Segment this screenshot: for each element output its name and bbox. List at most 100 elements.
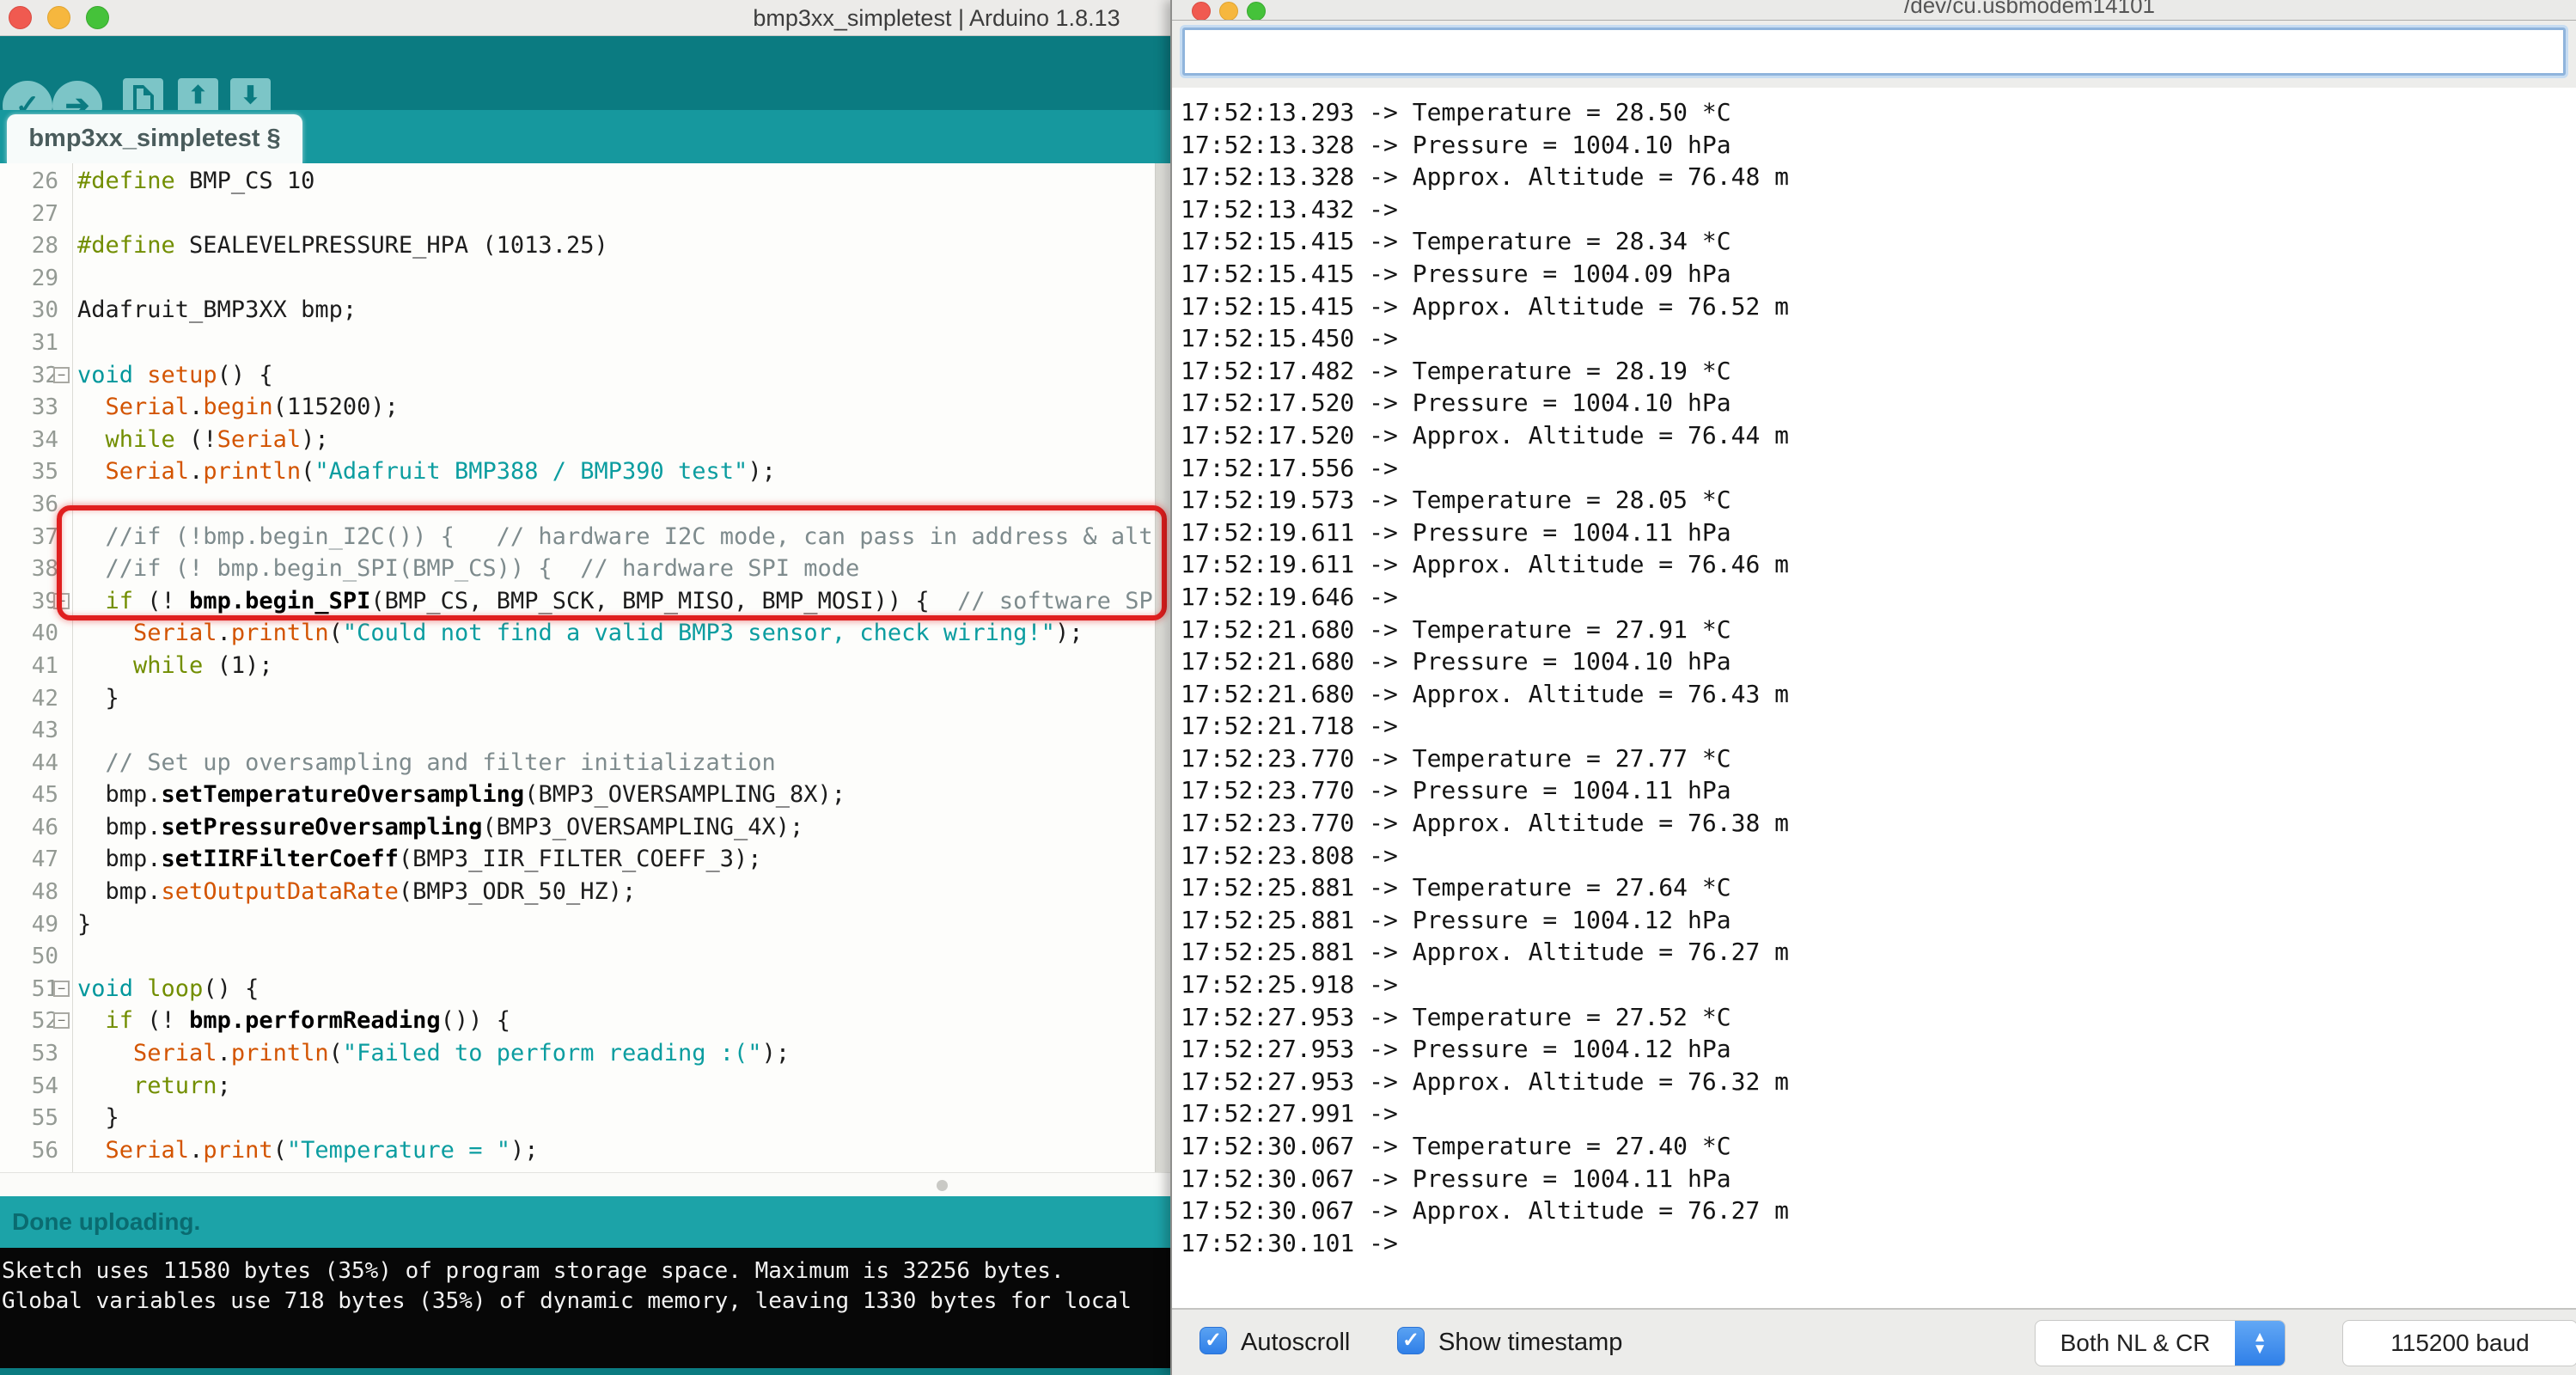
minimize-button[interactable] <box>1219 2 1238 20</box>
serial-line: 17:52:27.991 -> <box>1181 1099 1413 1128</box>
code-line: 55 } <box>0 1102 1172 1134</box>
baud-rate-select[interactable]: 115200 baud <box>2342 1320 2576 1366</box>
scrollbar-handle[interactable] <box>937 1180 948 1191</box>
tab-bmp3xx-simpletest[interactable]: bmp3xx_simpletest § <box>7 114 302 163</box>
serial-line: 17:52:25.918 -> <box>1181 970 1413 999</box>
serial-titlebar[interactable]: /dev/cu.usbmodem14101 <box>1172 0 2576 21</box>
code-text: bmp.setIIRFilterCoeff(BMP3_IIR_FILTER_CO… <box>77 846 762 873</box>
serial-monitor-window: /dev/cu.usbmodem14101 17:52:13.293 -> Te… <box>1170 0 2576 1375</box>
editor-vertical-scrollbar[interactable] <box>1155 163 1170 1172</box>
line-number: 28 <box>31 233 58 260</box>
line-number: 40 <box>31 620 58 647</box>
code-text: bmp.setOutputDataRate(BMP3_ODR_50_HZ); <box>77 878 637 906</box>
screen: bmp3xx_simpletest | Arduino 1.8.13 ✓ ➔ ⬆… <box>0 0 2576 1375</box>
serial-window-title: /dev/cu.usbmodem14101 <box>1904 0 2155 18</box>
line-number: 26 <box>31 168 58 194</box>
code-line: 34 while (!Serial); <box>0 424 1172 456</box>
code-text: // Set up oversampling and filter initia… <box>77 749 776 776</box>
code-text: bmp.setPressureOversampling(BMP3_OVERSAM… <box>77 813 804 840</box>
serial-line: 17:52:19.573 -> Temperature = 28.05 *C <box>1181 486 1731 515</box>
code-line: 42 } <box>0 682 1172 715</box>
code-line: 49} <box>0 908 1172 941</box>
code-text: bmp.setTemperatureOversampling(BMP3_OVER… <box>77 781 846 809</box>
serial-line: 17:52:21.680 -> Approx. Altitude = 76.43… <box>1181 679 1790 708</box>
serial-line: 17:52:25.881 -> Approx. Altitude = 76.27… <box>1181 938 1790 967</box>
fold-marker-icon[interactable]: − <box>53 366 70 383</box>
up-arrow-icon: ⬆ <box>188 83 208 113</box>
minimize-button[interactable] <box>47 6 70 29</box>
serial-line: 17:52:13.432 -> <box>1181 194 1413 223</box>
code-text: #define BMP_CS 10 <box>77 168 315 194</box>
code-text: Serial.begin(115200); <box>105 394 399 421</box>
code-text: return; <box>133 1072 231 1099</box>
code-text: if (! bmp.performReading()) { <box>105 1007 510 1035</box>
code-line: 50 <box>0 940 1172 973</box>
line-number: 50 <box>31 944 58 970</box>
line-number: 46 <box>31 814 58 840</box>
code-line: 26 #define BMP_CS 10 <box>0 165 1172 198</box>
serial-line: 17:52:23.770 -> Temperature = 27.77 *C <box>1181 743 1731 773</box>
line-number: 47 <box>31 846 58 873</box>
serial-line: 17:52:23.770 -> Approx. Altitude = 76.38… <box>1181 809 1790 838</box>
code-line: −52 if (! bmp.performReading()) { <box>0 1005 1172 1037</box>
code-line: 54 return; <box>0 1070 1172 1103</box>
line-ending-select[interactable]: Both NL & CR ▲ ▼ <box>2035 1320 2286 1366</box>
serial-line: 17:52:30.067 -> Approx. Altitude = 76.27… <box>1181 1196 1790 1225</box>
code-line: 53 Serial.println("Failed to perform rea… <box>0 1037 1172 1070</box>
serial-line: 17:52:15.415 -> Temperature = 28.34 *C <box>1181 227 1731 256</box>
close-button[interactable] <box>9 6 32 29</box>
code-lines: 26 #define BMP_CS 10 27 28 #define SEALEVELP… <box>0 165 1172 1166</box>
line-number: 49 <box>31 911 58 938</box>
line-number: 44 <box>31 749 58 776</box>
code-line: 29 <box>0 262 1172 295</box>
serial-line: 17:52:17.520 -> Approx. Altitude = 76.44… <box>1181 420 1790 449</box>
ide-tabbar: bmp3xx_simpletest § <box>0 110 1172 163</box>
serial-output[interactable]: 17:52:13.293 -> Temperature = 28.50 *C 17… <box>1172 88 2576 1308</box>
code-editor[interactable]: 26 #define BMP_CS 10 27 28 #define SEALEVELP… <box>0 163 1172 1172</box>
autoscroll-checkbox[interactable]: ✓ <box>1199 1327 1227 1354</box>
show-timestamp-checkbox[interactable]: ✓ <box>1397 1327 1425 1354</box>
console-line: Global variables use 718 bytes (35%) of … <box>2 1288 1132 1314</box>
line-number: 41 <box>31 652 58 679</box>
serial-line: 17:52:17.556 -> <box>1181 453 1413 482</box>
line-number: 53 <box>31 1041 58 1067</box>
line-number: 43 <box>31 718 58 744</box>
code-line: 28 #define SEALEVELPRESSURE_HPA (1013.25) <box>0 229 1172 262</box>
serial-send-input[interactable] <box>1182 28 2566 76</box>
code-text: Adafruit_BMP3XX bmp; <box>77 296 357 324</box>
serial-line: 17:52:21.718 -> <box>1181 712 1413 741</box>
serial-line: 17:52:27.953 -> Temperature = 27.52 *C <box>1181 1002 1731 1031</box>
serial-line: 17:52:23.808 -> <box>1181 840 1413 870</box>
code-line: 31 <box>0 327 1172 359</box>
window-title: bmp3xx_simpletest | Arduino 1.8.13 <box>753 5 1120 31</box>
code-line: 40 Serial.println("Could not find a vali… <box>0 617 1172 650</box>
serial-line: 17:52:15.415 -> Pressure = 1004.09 hPa <box>1181 259 1731 288</box>
code-text: #define SEALEVELPRESSURE_HPA (1013.25) <box>77 232 608 260</box>
zoom-button[interactable] <box>1247 2 1266 20</box>
ide-titlebar[interactable]: bmp3xx_simpletest | Arduino 1.8.13 <box>0 0 1172 36</box>
line-ending-value: Both NL & CR <box>2060 1329 2211 1356</box>
serial-input-row <box>1172 21 2576 88</box>
line-number: 30 <box>31 297 58 324</box>
fold-marker-icon[interactable]: − <box>53 980 70 997</box>
code-text: void loop() { <box>77 975 259 1002</box>
red-highlight-annotation <box>57 505 1167 620</box>
code-line: −32 void setup() { <box>0 359 1172 392</box>
code-line: 46 bmp.setPressureOversampling(BMP3_OVER… <box>0 811 1172 844</box>
line-number: 48 <box>31 879 58 906</box>
code-line: 41 while (1); <box>0 650 1172 682</box>
line-number: 27 <box>31 200 58 227</box>
editor-horizontal-scrollbar[interactable] <box>0 1172 1172 1196</box>
close-button[interactable] <box>1192 2 1211 20</box>
ide-console[interactable]: Sketch uses 11580 bytes (35%) of program… <box>0 1248 1172 1368</box>
code-line: 47 bmp.setIIRFilterCoeff(BMP3_IIR_FILTER… <box>0 843 1172 876</box>
serial-line: 17:52:13.328 -> Pressure = 1004.10 hPa <box>1181 130 1731 159</box>
serial-line: 17:52:13.328 -> Approx. Altitude = 76.48… <box>1181 162 1790 192</box>
fold-marker-icon[interactable]: − <box>53 1012 70 1030</box>
zoom-button[interactable] <box>86 6 109 29</box>
